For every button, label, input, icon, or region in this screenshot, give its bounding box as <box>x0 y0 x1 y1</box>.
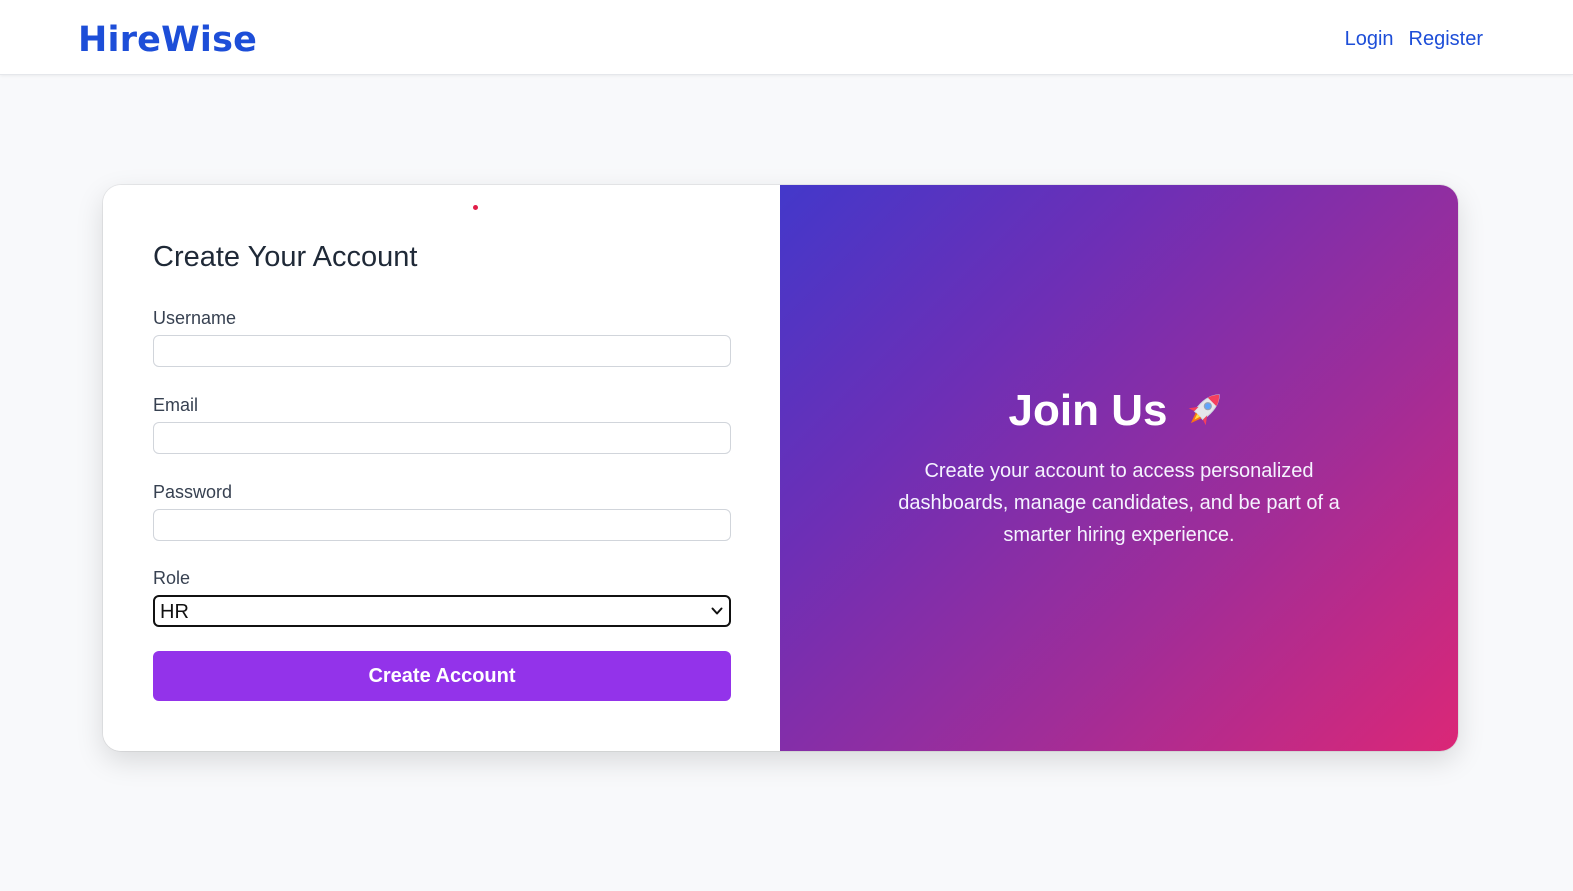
role-label: Role <box>153 568 191 588</box>
username-group: Username <box>153 307 731 367</box>
form-title: Create Your Account <box>153 241 418 273</box>
chevron-down-icon <box>711 607 723 615</box>
password-group: Password <box>153 481 731 541</box>
promo-title: Join Us <box>1008 386 1168 435</box>
register-form: Create Your Account Username Email Passw… <box>103 185 780 751</box>
nav-links: Login Register <box>1345 26 1483 52</box>
role-group: Role HR <box>153 567 731 627</box>
username-label: Username <box>153 308 237 328</box>
role-select[interactable]: HR <box>153 595 731 627</box>
promo-heading: Join Us <box>780 385 1458 437</box>
email-group: Email <box>153 394 731 454</box>
promo-panel: Join Us Create your account to access pe… <box>780 185 1458 751</box>
promo-description: Create your account to access personaliz… <box>898 460 1340 546</box>
username-input[interactable] <box>153 335 731 367</box>
register-link[interactable]: Register <box>1409 26 1483 52</box>
password-input[interactable] <box>153 509 731 541</box>
login-link[interactable]: Login <box>1345 26 1394 52</box>
email-input[interactable] <box>153 422 731 454</box>
email-label: Email <box>153 395 199 415</box>
password-label: Password <box>153 482 233 502</box>
brand-logo[interactable]: HireWise <box>78 18 257 62</box>
role-selected-value: HR <box>160 601 189 623</box>
decorative-dot <box>473 205 478 210</box>
create-account-button[interactable]: Create Account <box>153 651 731 701</box>
register-card: Create Your Account Username Email Passw… <box>103 185 1458 751</box>
rocket-icon <box>1189 394 1221 426</box>
top-navbar: HireWise Login Register <box>0 0 1573 75</box>
